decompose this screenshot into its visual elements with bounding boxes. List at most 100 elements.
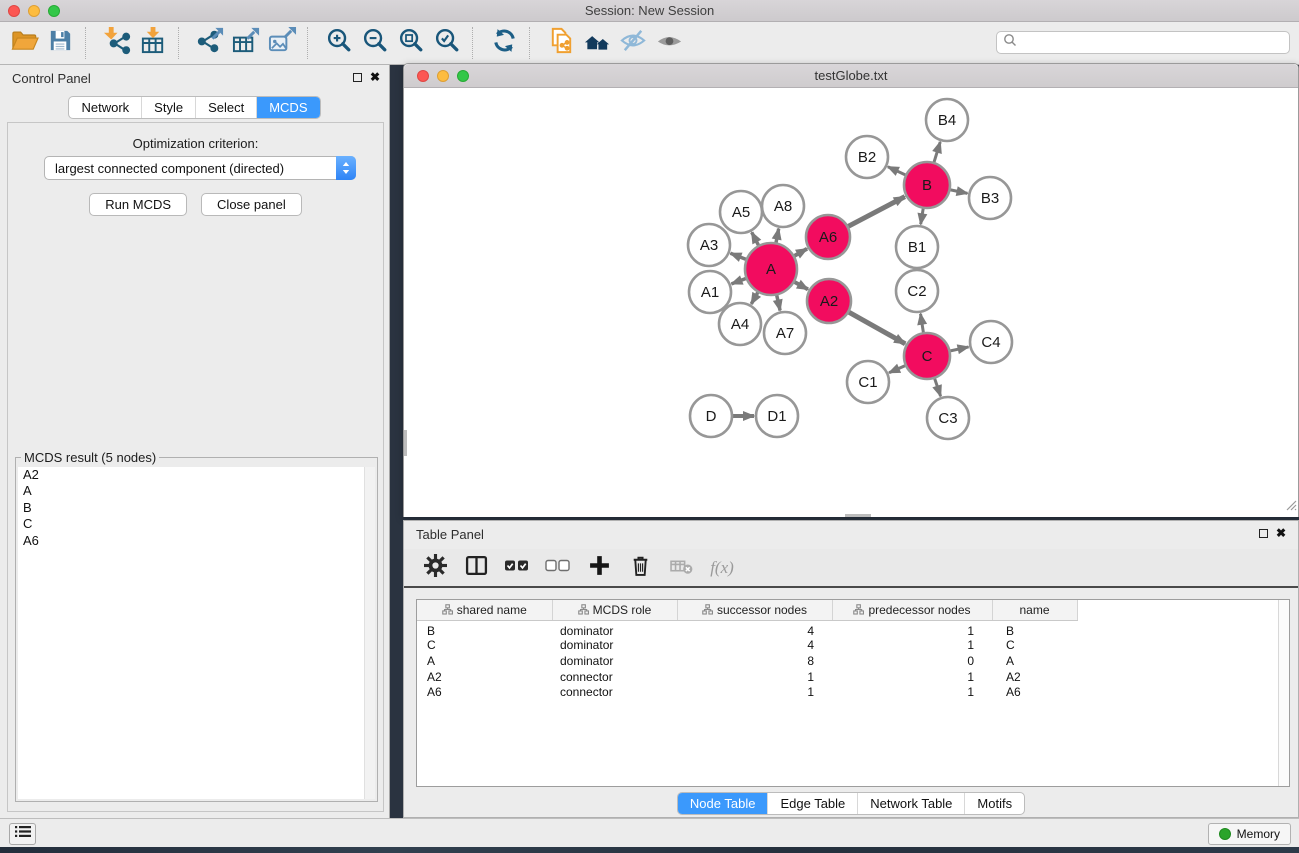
column-header-shared-name[interactable]: shared name: [417, 600, 552, 620]
table-row[interactable]: A2connector11A2: [417, 669, 1077, 685]
cell-shared-name[interactable]: A6: [417, 685, 552, 701]
graph-node-C4[interactable]: C4: [970, 321, 1012, 363]
column-header-mcds-role[interactable]: MCDS role: [552, 600, 677, 620]
import-table-button[interactable]: [135, 26, 171, 60]
column-header-successor-nodes[interactable]: successor nodes: [677, 600, 832, 620]
graph-node-A3[interactable]: A3: [688, 224, 730, 266]
tab-network[interactable]: Network: [69, 97, 141, 118]
export-network-button[interactable]: [192, 26, 228, 60]
cell-mcds-role[interactable]: dominator: [552, 638, 677, 654]
cell-name[interactable]: A6: [992, 685, 1077, 701]
zoom-selected-button[interactable]: [429, 26, 465, 60]
cell-name[interactable]: B: [992, 620, 1077, 638]
close-table-panel-icon[interactable]: ✖: [1276, 526, 1286, 540]
float-table-panel-icon[interactable]: [1259, 529, 1268, 538]
global-search[interactable]: [996, 31, 1290, 54]
cell-predecessor-nodes[interactable]: 0: [832, 653, 992, 669]
cell-successor-nodes[interactable]: 1: [677, 685, 832, 701]
cell-successor-nodes[interactable]: 1: [677, 669, 832, 685]
graph-edge-B-B2[interactable]: [888, 167, 908, 176]
table-row[interactable]: Cdominator41C: [417, 638, 1077, 654]
mcds-result-scrollbar[interactable]: [364, 467, 375, 799]
cell-mcds-role[interactable]: connector: [552, 669, 677, 685]
table-settings-button[interactable]: [422, 556, 448, 580]
zoom-in-button[interactable]: [321, 26, 357, 60]
graph-node-B2[interactable]: B2: [846, 136, 888, 178]
graph-node-D1[interactable]: D1: [756, 395, 798, 437]
cell-predecessor-nodes[interactable]: 1: [832, 685, 992, 701]
graph-node-A[interactable]: A: [745, 243, 797, 295]
zoom-out-button[interactable]: [357, 26, 393, 60]
cell-shared-name[interactable]: A: [417, 653, 552, 669]
cell-name[interactable]: A2: [992, 669, 1077, 685]
tab-edge-table[interactable]: Edge Table: [767, 793, 857, 814]
run-mcds-button[interactable]: Run MCDS: [89, 193, 187, 216]
delete-column-button[interactable]: [627, 556, 653, 580]
graph-node-A4[interactable]: A4: [719, 303, 761, 345]
network-window-titlebar[interactable]: testGlobe.txt: [404, 64, 1298, 88]
save-session-button[interactable]: [42, 26, 78, 60]
open-file-button[interactable]: [6, 26, 42, 60]
tab-node-table[interactable]: Node Table: [678, 793, 768, 814]
task-history-button[interactable]: [9, 823, 36, 845]
tab-mcds[interactable]: MCDS: [256, 97, 319, 118]
graph-edge-B-B4[interactable]: [933, 142, 940, 165]
cell-predecessor-nodes[interactable]: 1: [832, 638, 992, 654]
graph-node-B3[interactable]: B3: [969, 177, 1011, 219]
deselect-all-button[interactable]: [545, 556, 571, 580]
graph-node-C3[interactable]: C3: [927, 397, 969, 439]
table-row[interactable]: Adominator80A: [417, 653, 1077, 669]
table-row[interactable]: Bdominator41B: [417, 620, 1077, 638]
network-vscroll-thumb[interactable]: [404, 430, 407, 456]
graph-node-A6[interactable]: A6: [806, 215, 850, 259]
graph-node-C1[interactable]: C1: [847, 361, 889, 403]
close-panel-icon[interactable]: ✖: [370, 70, 380, 84]
export-table-button[interactable]: [228, 26, 264, 60]
cell-successor-nodes[interactable]: 4: [677, 638, 832, 654]
cell-successor-nodes[interactable]: 8: [677, 653, 832, 669]
graph-node-A1[interactable]: A1: [689, 271, 731, 313]
optimization-criterion-select[interactable]: largest connected component (directed): [44, 156, 356, 180]
select-all-button[interactable]: [504, 556, 530, 580]
graph-node-A8[interactable]: A8: [762, 185, 804, 227]
graph-node-A5[interactable]: A5: [720, 191, 762, 233]
cell-predecessor-nodes[interactable]: 1: [832, 620, 992, 638]
tab-select[interactable]: Select: [195, 97, 256, 118]
graph-node-A7[interactable]: A7: [764, 312, 806, 354]
zoom-fit-button[interactable]: [393, 26, 429, 60]
network-canvas[interactable]: AA1A2A3A4A5A6A7A8BB1B2B3B4CC1C2C3C4DD1: [404, 88, 1298, 517]
cell-mcds-role[interactable]: dominator: [552, 620, 677, 638]
split-panel-button[interactable]: [463, 556, 489, 580]
resize-grip[interactable]: [1284, 498, 1297, 516]
delete-table-button[interactable]: [668, 556, 694, 580]
column-header-predecessor-nodes[interactable]: predecessor nodes: [832, 600, 992, 620]
clone-network-button[interactable]: [543, 26, 579, 60]
cell-mcds-role[interactable]: dominator: [552, 653, 677, 669]
first-neighbors-button[interactable]: [579, 26, 615, 60]
hide-selected-button[interactable]: [615, 26, 651, 60]
network-graph[interactable]: AA1A2A3A4A5A6A7A8BB1B2B3B4CC1C2C3C4DD1: [404, 88, 1298, 517]
memory-button[interactable]: Memory: [1208, 823, 1291, 845]
cell-name[interactable]: A: [992, 653, 1077, 669]
graph-node-D[interactable]: D: [690, 395, 732, 437]
tab-style[interactable]: Style: [141, 97, 195, 118]
cell-predecessor-nodes[interactable]: 1: [832, 669, 992, 685]
function-builder-button[interactable]: f(x): [709, 556, 735, 580]
add-column-button[interactable]: [586, 556, 612, 580]
search-input[interactable]: [1017, 34, 1289, 52]
cell-shared-name[interactable]: A2: [417, 669, 552, 685]
table-scrollbar[interactable]: [1278, 600, 1289, 786]
tab-motifs[interactable]: Motifs: [964, 793, 1024, 814]
float-panel-icon[interactable]: [353, 73, 362, 82]
graph-node-B4[interactable]: B4: [926, 99, 968, 141]
network-hscroll-thumb[interactable]: [845, 514, 871, 517]
tab-network-table[interactable]: Network Table: [857, 793, 964, 814]
graph-edge-A6-B[interactable]: [846, 197, 905, 228]
graph-node-B1[interactable]: B1: [896, 226, 938, 268]
refresh-view-button[interactable]: [486, 26, 522, 60]
export-image-button[interactable]: [264, 26, 300, 60]
graph-node-B[interactable]: B: [904, 162, 950, 208]
graph-node-C2[interactable]: C2: [896, 270, 938, 312]
cell-shared-name[interactable]: B: [417, 620, 552, 638]
graph-node-A2[interactable]: A2: [807, 279, 851, 323]
